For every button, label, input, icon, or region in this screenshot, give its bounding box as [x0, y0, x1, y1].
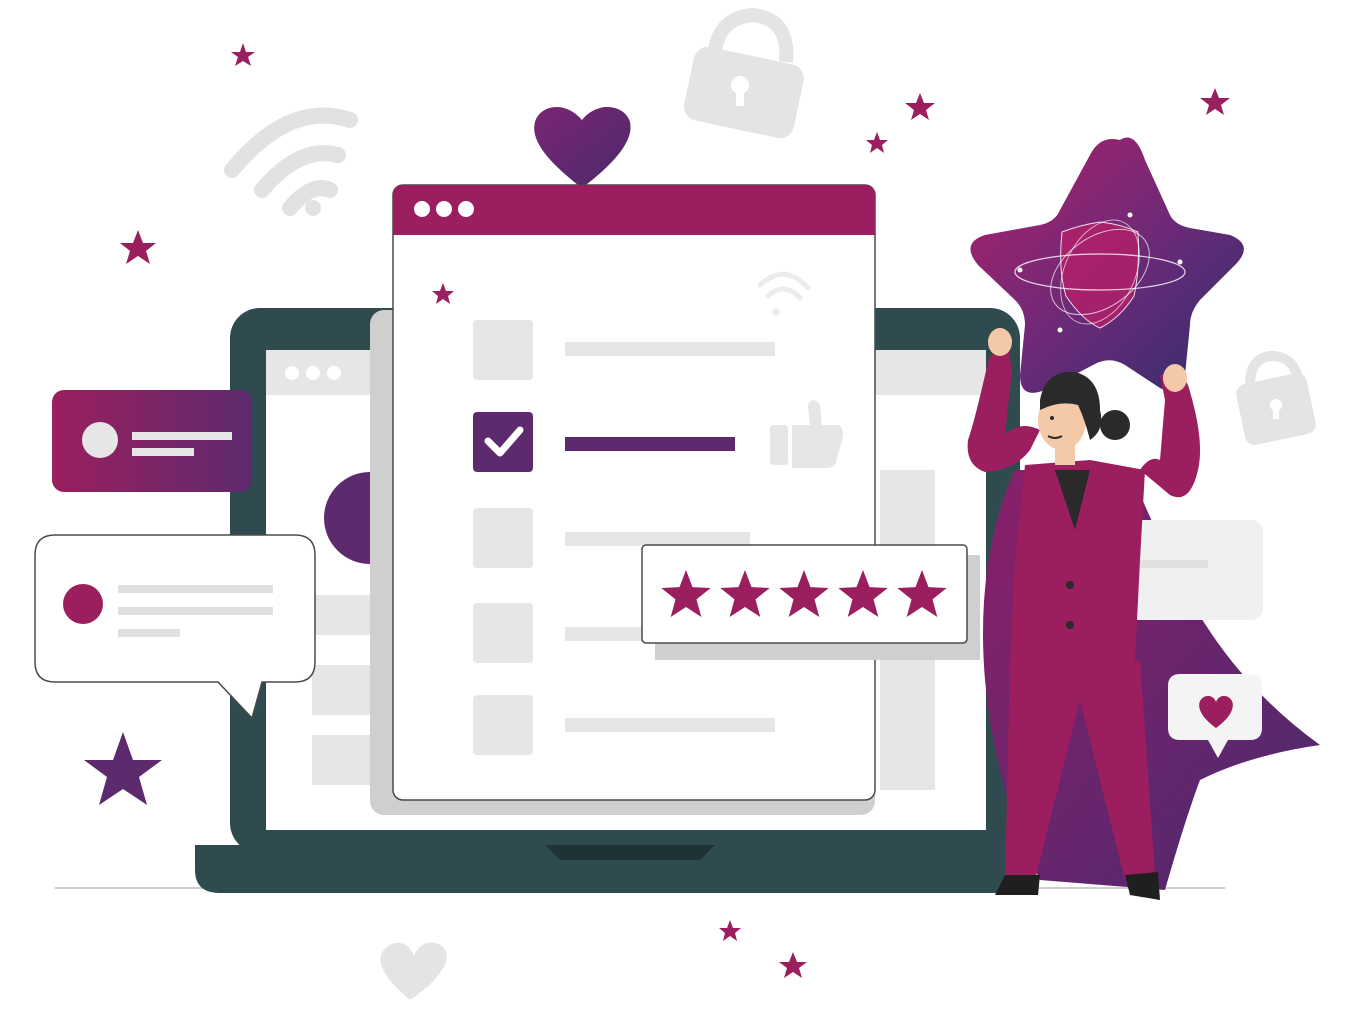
card	[1125, 520, 1263, 620]
checkbox	[473, 508, 533, 568]
heart-icon	[534, 107, 631, 188]
three-dots-icon	[414, 201, 474, 217]
customer-satisfaction-illustration	[34, 7, 1320, 1000]
checkbox	[473, 603, 533, 663]
three-dots-icon	[285, 366, 341, 380]
checkbox-checked	[473, 412, 533, 472]
notification-tag	[52, 390, 252, 492]
checkbox	[473, 320, 533, 380]
checkbox	[473, 695, 533, 755]
wifi-icon	[224, 107, 358, 216]
star-icon	[84, 732, 162, 805]
lock-icon	[1236, 351, 1316, 445]
heart-icon	[380, 942, 447, 1000]
rating-card	[641, 544, 980, 660]
lock-icon	[683, 7, 804, 139]
